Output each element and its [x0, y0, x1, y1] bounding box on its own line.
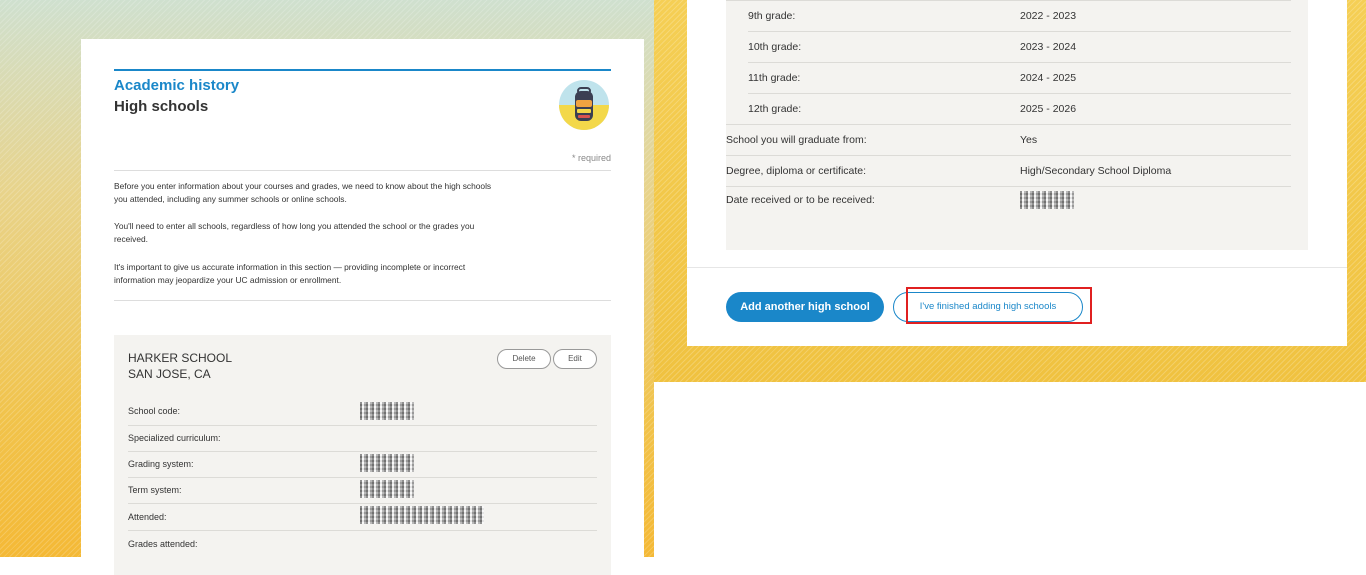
row-divider: [748, 62, 1291, 63]
row-divider: [726, 155, 1291, 156]
school-details-card: 9th grade: 2022 - 2023 10th grade: 2023 …: [687, 0, 1347, 346]
graduate-from-value: Yes: [1020, 134, 1038, 146]
grade-years-11: 2024 - 2025: [1020, 72, 1077, 84]
section-subtitle: High schools: [114, 98, 209, 115]
school-details-panel: 9th grade: 2022 - 2023 10th grade: 2023 …: [726, 0, 1308, 250]
row-divider: [748, 31, 1291, 32]
add-another-school-button[interactable]: Add another high school: [726, 292, 884, 322]
school-name: HARKER SCHOOL: [128, 351, 233, 365]
row-label-school-code: School code:: [128, 406, 181, 416]
intro-paragraph-3: It's important to give us accurate infor…: [114, 262, 466, 285]
header-rule: [114, 69, 611, 71]
divider: [114, 170, 611, 171]
date-received-label: Date received or to be received:: [726, 194, 875, 206]
high-school-entry: HARKER SCHOOL SAN JOSE, CA Delete Edit S…: [114, 335, 611, 575]
grade-years-10: 2023 - 2024: [1020, 41, 1077, 53]
degree-label: Degree, diploma or certificate:: [726, 165, 867, 177]
finished-adding-schools-button[interactable]: I've finished adding high schools: [893, 292, 1083, 322]
grade-label-9: 9th grade:: [748, 10, 796, 22]
graduate-from-label: School you will graduate from:: [726, 134, 867, 146]
school-location: SAN JOSE, CA: [128, 367, 211, 381]
school-name-block: HARKER SCHOOL SAN JOSE, CA: [128, 350, 232, 382]
row-label-attended: Attended:: [128, 512, 167, 522]
redacted-date-value: [1020, 191, 1074, 209]
row-divider: [128, 477, 597, 478]
row-label-grading-system: Grading system:: [128, 459, 194, 469]
intro-paragraph-1: Before you enter information about your …: [114, 181, 492, 204]
edit-button[interactable]: Edit: [553, 349, 597, 369]
grade-years-12: 2025 - 2026: [1020, 103, 1077, 115]
section-title: Academic history: [114, 77, 240, 94]
row-label-term-system: Term system:: [128, 485, 182, 495]
row-divider: [726, 0, 1291, 1]
academic-history-card: Academic history High schools * required…: [81, 39, 644, 575]
row-divider: [726, 124, 1291, 125]
row-label-specialized-curriculum: Specialized curriculum:: [128, 433, 221, 443]
redacted-value: [360, 506, 484, 524]
row-divider: [128, 503, 597, 504]
intro-paragraph-2: You'll need to enter all schools, regard…: [114, 221, 475, 244]
degree-value: High/Secondary School Diploma: [1020, 165, 1172, 177]
grade-label-10: 10th grade:: [748, 41, 802, 53]
delete-button[interactable]: Delete: [497, 349, 551, 369]
backpack-icon: [559, 80, 609, 130]
row-divider: [748, 93, 1291, 94]
grade-years-9: 2022 - 2023: [1020, 10, 1077, 22]
redacted-value: [360, 480, 414, 498]
row-divider: [726, 186, 1291, 187]
grade-label-12: 12th grade:: [748, 103, 802, 115]
row-divider: [128, 451, 597, 452]
divider: [114, 300, 611, 301]
row-divider: [128, 425, 597, 426]
row-label-grades-attended: Grades attended:: [128, 539, 198, 549]
divider: [687, 267, 1347, 268]
redacted-value: [360, 402, 414, 420]
row-divider: [128, 530, 597, 531]
grade-label-11: 11th grade:: [748, 72, 801, 84]
required-note: * required: [571, 153, 611, 163]
redacted-value: [360, 454, 414, 472]
